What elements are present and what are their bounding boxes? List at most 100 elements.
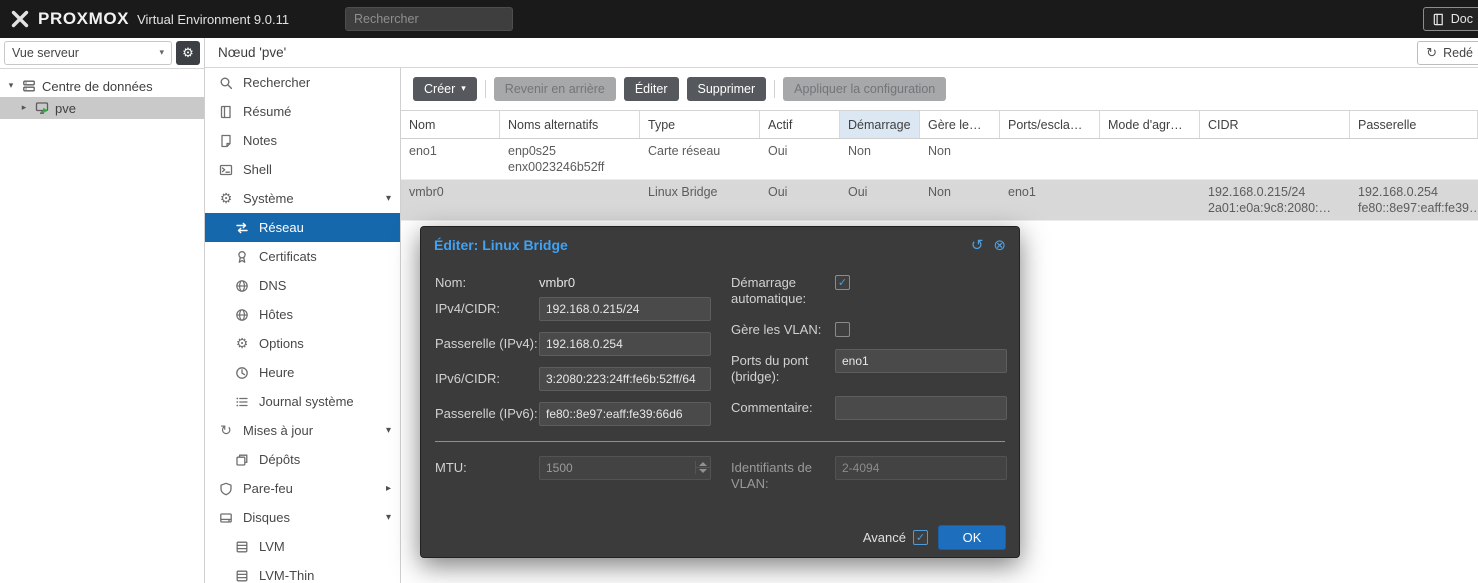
tree-item-datacenter[interactable]: ▾ Centre de données [0,75,204,97]
brand-version: Virtual Environment 9.0.11 [137,12,289,27]
terminal-icon [218,163,234,177]
chevron-down-icon: ▾ [159,48,164,58]
menu-item-certificats[interactable]: Certificats [205,242,400,271]
resource-tree: ▾ Centre de données ▸ pve [0,69,204,119]
menu-item-lvm[interactable]: LVM [205,532,400,561]
menu-item-rechercher[interactable]: Rechercher [205,68,400,97]
menu-item-notes[interactable]: Notes [205,126,400,155]
network-icon [234,221,250,235]
field-gateway-ipv4: Passerelle (IPv4): [435,332,711,356]
reset-icon[interactable]: ↺ [971,238,984,253]
brand-name: PROXMOX [38,9,129,29]
chevron-down-icon: ▾ [461,84,466,94]
globe-icon [234,308,250,322]
expand-arrow-icon: ▾ [386,425,391,436]
certificate-icon [234,250,250,264]
comment-input[interactable] [835,396,1007,420]
autostart-checkbox[interactable]: ✓ [835,275,850,290]
column-header-ports-esclaves[interactable]: Ports/escla… [1000,111,1100,138]
disk-icon [218,511,234,525]
volume-icon [234,540,250,554]
clock-icon [234,366,250,380]
tree-item-pve[interactable]: ▸ pve [0,97,204,119]
spinner-up-icon[interactable] [696,461,710,468]
node-title: Nœud 'pve' [218,45,286,60]
field-ipv6-cidr: IPv6/CIDR: [435,367,711,391]
name-value: vmbr0 [539,271,711,290]
view-selector-row: Vue serveur ▾ ⚙ [0,38,204,69]
refresh-icon: ↻ [218,423,234,439]
advanced-separator [435,441,1005,442]
ok-button[interactable]: OK [938,525,1006,550]
column-header-demarrage[interactable]: Démarrage [840,111,920,138]
server-icon [22,79,36,93]
table-row-vmbr0[interactable]: vmbr0 Linux Bridge Oui Oui Non eno1 [401,180,1478,221]
advanced-checkbox[interactable]: ✓ [913,530,928,545]
column-header-mode-agregation[interactable]: Mode d'agr… [1100,111,1200,138]
view-selector[interactable]: Vue serveur ▾ [4,41,172,65]
close-icon[interactable]: ⊗ [993,238,1006,253]
dialog-footer: Avancé ✓ OK [421,517,1019,557]
menu-item-mises-a-jour[interactable]: ↻ Mises à jour ▾ [205,416,400,445]
book-icon [1432,13,1445,26]
node-icon [35,101,49,115]
edit-button[interactable]: Éditer [624,77,679,101]
globe-icon [234,279,250,293]
field-gateway-ipv6: Passerelle (IPv6): [435,402,711,426]
menu-item-pare-feu[interactable]: Pare-feu ▸ [205,474,400,503]
menu-item-systeme[interactable]: ⚙ Système ▾ [205,184,400,213]
mtu-input[interactable] [539,456,711,480]
menu-item-journal-systeme[interactable]: Journal système [205,387,400,416]
menu-item-disques[interactable]: Disques ▾ [205,503,400,532]
vlan-aware-checkbox[interactable]: ✓ [835,322,850,337]
menu-item-lvm-thin[interactable]: LVM-Thin [205,561,400,583]
menu-item-reseau[interactable]: Réseau [205,213,400,242]
settings-gear-button[interactable]: ⚙ [176,41,200,65]
advanced-toggle[interactable]: Avancé ✓ [863,530,928,545]
menu-item-dns[interactable]: DNS [205,271,400,300]
resource-tree-panel: Vue serveur ▾ ⚙ ▾ Centre de données ▸ [0,38,205,583]
gateway-ipv6-input[interactable] [539,402,711,426]
toolbar-separator [485,80,486,98]
menu-item-resume[interactable]: Résumé [205,97,400,126]
column-header-nom[interactable]: Nom [401,111,500,138]
menu-item-shell[interactable]: Shell [205,155,400,184]
dialog-title: Éditer: Linux Bridge [434,237,568,253]
repository-icon [234,453,250,467]
table-row-eno1[interactable]: eno1 enp0s25 enx0023246b52ff Carte résea… [401,139,1478,180]
edit-bridge-dialog: Éditer: Linux Bridge ↺ ⊗ Nom: vmbr0 IPv4… [420,226,1020,558]
collapse-arrow-icon: ▸ [386,483,391,494]
column-header-passerelle[interactable]: Passerelle [1350,111,1478,138]
column-header-actif[interactable]: Actif [760,111,840,138]
field-bridge-ports: Ports du pont (bridge): [731,349,1007,385]
proxmox-app: PROXMOX Virtual Environment 9.0.11 Doc V… [0,0,1478,583]
top-bar: PROXMOX Virtual Environment 9.0.11 Doc [0,0,1478,38]
menu-item-hotes[interactable]: Hôtes [205,300,400,329]
ipv4-cidr-input[interactable] [539,297,711,321]
brand: PROXMOX Virtual Environment 9.0.11 [10,9,345,29]
menu-item-options[interactable]: ⚙ Options [205,329,400,358]
spinner-down-icon[interactable] [696,468,710,474]
list-icon [234,395,250,409]
menu-item-heure[interactable]: Heure [205,358,400,387]
toolbar-separator [774,80,775,98]
menu-item-depots[interactable]: Dépôts [205,445,400,474]
dialog-header[interactable]: Éditer: Linux Bridge ↺ ⊗ [421,227,1019,263]
expand-arrow-icon: ▾ [6,81,16,91]
column-header-type[interactable]: Type [640,111,760,138]
column-header-noms-alternatifs[interactable]: Noms alternatifs [500,111,640,138]
ipv6-cidr-input[interactable] [539,367,711,391]
remove-button[interactable]: Supprimer [687,77,767,101]
restart-button[interactable]: ↻ Redé [1417,41,1478,65]
mtu-spinner [539,460,711,475]
column-header-gere-les-vlan[interactable]: Gère le… [920,111,1000,138]
dialog-right-column: Démarrage automatique: ✓ Gère les VLAN: … [731,271,1007,437]
column-header-cidr[interactable]: CIDR [1200,111,1350,138]
documentation-button[interactable]: Doc [1423,7,1478,31]
bridge-ports-input[interactable] [835,349,1007,373]
global-search-input[interactable] [345,7,513,31]
gateway-ipv4-input[interactable] [539,332,711,356]
field-name: Nom: vmbr0 [435,271,711,291]
create-button[interactable]: Créer ▾ [413,77,477,101]
expand-arrow-icon: ▾ [386,193,391,204]
